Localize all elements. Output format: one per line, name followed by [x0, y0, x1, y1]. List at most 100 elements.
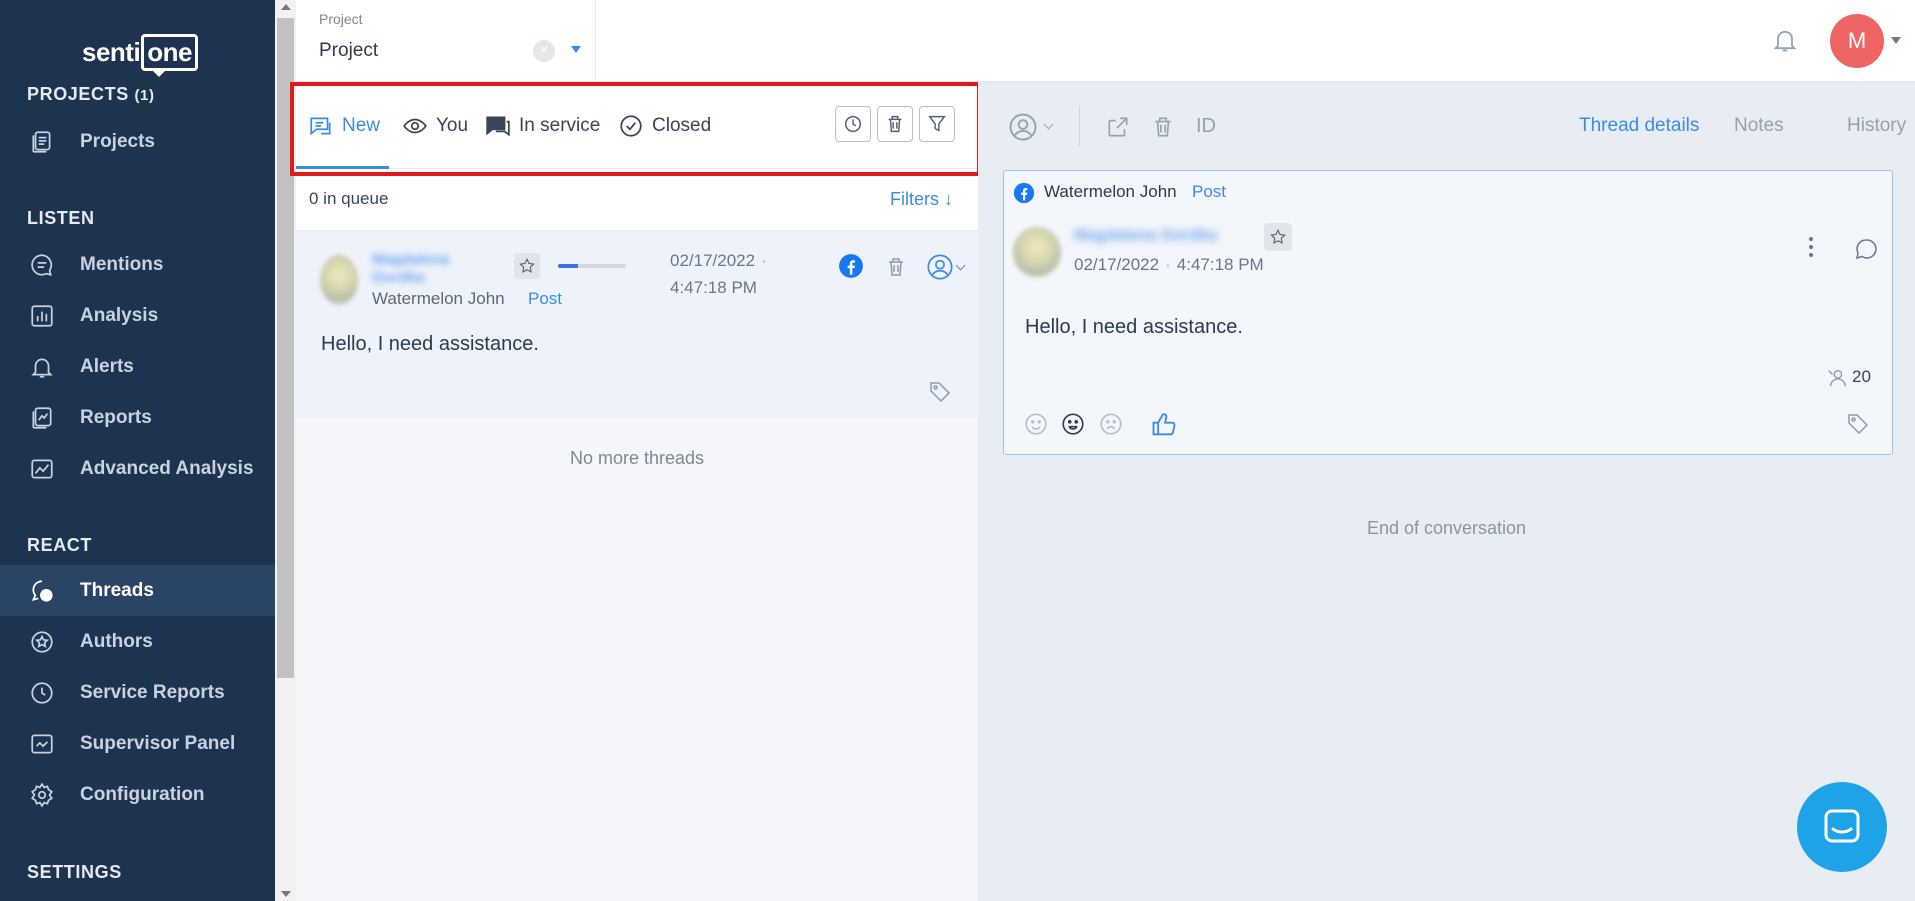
- project-caption: Project: [319, 11, 363, 27]
- sidebar-item-alerts[interactable]: Alerts: [0, 341, 275, 392]
- post-date-value: 02/17/2022: [1074, 255, 1160, 274]
- tab-history[interactable]: History: [1847, 115, 1906, 137]
- reply-comment-icon[interactable]: [1854, 237, 1880, 263]
- inbox-icon: [310, 117, 331, 135]
- filter-button[interactable]: [919, 106, 955, 142]
- sidebar-item-advanced-analysis[interactable]: Advanced Analysis: [0, 443, 275, 494]
- sla-progress-bar: [558, 264, 626, 268]
- author-avatar: [1013, 227, 1061, 277]
- reach-count: 20: [1852, 367, 1871, 386]
- reach-users-icon: [1826, 367, 1848, 389]
- sidebar-item-supervisor-panel[interactable]: Supervisor Panel: [0, 718, 275, 769]
- facebook-icon: [838, 253, 864, 279]
- tab-label: New: [342, 114, 381, 136]
- gear-icon: [28, 781, 56, 809]
- detail-toolbar: ID Thread details Notes History: [978, 82, 1915, 168]
- thread-author: Watermelon John: [372, 289, 505, 308]
- tab-in-service[interactable]: In service: [485, 82, 600, 169]
- thread-date-value: 02/17/2022: [670, 251, 756, 270]
- projects-icon: [28, 128, 56, 156]
- user-avatar[interactable]: M: [1830, 14, 1884, 68]
- authors-icon: [28, 628, 56, 656]
- tab-label: You: [436, 114, 469, 136]
- logo-text-left: senti: [82, 36, 141, 67]
- tag-icon[interactable]: [1846, 411, 1872, 437]
- chevron-down-icon[interactable]: [571, 46, 581, 53]
- post-type[interactable]: Post: [1192, 182, 1226, 202]
- tab-thread-details[interactable]: Thread details: [1579, 115, 1699, 137]
- tag-icon[interactable]: [928, 379, 952, 403]
- logo-text-right: one: [141, 33, 198, 77]
- date-separator: ·: [761, 251, 767, 270]
- id-button[interactable]: ID: [1196, 115, 1216, 138]
- filters-link[interactable]: Filters ↓: [890, 189, 953, 210]
- sidebar: senti one PROJECTS (1) Projects LISTEN M…: [0, 0, 275, 901]
- sidebar-item-authors[interactable]: Authors: [0, 616, 275, 667]
- tab-closed[interactable]: Closed: [618, 82, 711, 169]
- tab-new[interactable]: New: [308, 82, 380, 169]
- scroll-down-icon[interactable]: [281, 891, 291, 897]
- post-message: Hello, I need assistance.: [1025, 316, 1243, 338]
- avatar-chevron-down-icon[interactable]: [1891, 37, 1901, 44]
- thread-type[interactable]: Post: [528, 289, 562, 309]
- thread-list-panel: New You In service Closed 0 in queue Fil…: [296, 82, 978, 901]
- thread-item[interactable]: Magdalena Gordka Watermelon John Post 02…: [296, 231, 978, 417]
- sentiment-positive-icon[interactable]: [1023, 411, 1049, 437]
- trash-button[interactable]: [877, 106, 913, 142]
- delete-thread-icon[interactable]: [884, 255, 908, 279]
- open-external-icon[interactable]: [1105, 114, 1131, 140]
- sidebar-item-label: Service Reports: [80, 681, 225, 703]
- sidebar-item-projects[interactable]: Projects: [0, 116, 275, 167]
- author-avatar: [320, 255, 358, 305]
- facebook-icon: [1013, 182, 1035, 204]
- projects-count: (1): [134, 87, 155, 104]
- chevron-down-icon: [955, 260, 966, 271]
- thread-date: 02/17/2022 · 4:47:18 PM: [670, 247, 767, 301]
- end-of-conversation: End of conversation: [1366, 518, 1527, 538]
- thread-detail-panel: ID Thread details Notes History Watermel…: [978, 82, 1915, 901]
- sidebar-item-service-reports[interactable]: Service Reports: [0, 667, 275, 718]
- sidebar-item-label: Authors: [80, 630, 153, 652]
- project-select[interactable]: Project Project ×: [296, 0, 596, 82]
- sentiment-negative-icon[interactable]: [1098, 411, 1124, 437]
- analysis-icon: [28, 302, 56, 330]
- like-icon[interactable]: [1150, 411, 1178, 439]
- star-icon: [519, 257, 535, 273]
- notifications-bell-icon[interactable]: [1771, 26, 1801, 56]
- tab-notes[interactable]: Notes: [1734, 115, 1784, 137]
- thread-message: Hello, I need assistance.: [321, 333, 539, 355]
- advanced-analysis-icon: [28, 455, 56, 483]
- tab-you[interactable]: You: [402, 82, 468, 169]
- sidebar-item-mentions[interactable]: Mentions: [0, 239, 275, 290]
- star-button[interactable]: [1264, 223, 1292, 251]
- sidebar-item-analysis[interactable]: Analysis: [0, 290, 275, 341]
- trash-icon: [888, 115, 902, 133]
- author-name-blurred[interactable]: Magdalena Gordka: [1074, 227, 1250, 251]
- no-more-threads: No more threads: [569, 448, 705, 468]
- more-options-icon[interactable]: [1806, 237, 1816, 263]
- star-button[interactable]: [514, 253, 540, 279]
- sla-progress-fill: [558, 264, 579, 268]
- section-projects: PROJECTS (1): [27, 84, 155, 105]
- eye-icon: [403, 118, 427, 133]
- scroll-up-icon[interactable]: [281, 4, 291, 10]
- sentiment-neutral-icon[interactable]: [1060, 411, 1086, 437]
- support-chat-launcher[interactable]: [1797, 782, 1887, 872]
- sidebar-item-reports[interactable]: Reports: [0, 392, 275, 443]
- sidebar-item-label: Alerts: [80, 355, 134, 377]
- post-card: Watermelon John Post Magdalena Gordka 02…: [1003, 170, 1893, 455]
- chevron-down-icon: [1043, 119, 1054, 130]
- history-button[interactable]: [835, 106, 871, 142]
- author-name-blurred: Magdalena Gordka: [372, 251, 450, 286]
- clear-icon[interactable]: ×: [533, 40, 555, 62]
- assign-user-icon[interactable]: [1008, 112, 1062, 142]
- page-scrollbar[interactable]: [275, 0, 296, 901]
- bell-icon: [28, 353, 56, 381]
- assign-user-icon[interactable]: [926, 253, 970, 281]
- sidebar-item-configuration[interactable]: Configuration: [0, 769, 275, 820]
- sidebar-item-threads[interactable]: Threads: [0, 565, 275, 616]
- sidebar-item-label: Supervisor Panel: [80, 732, 236, 754]
- sentione-logo[interactable]: senti one: [82, 32, 198, 77]
- trash-icon[interactable]: [1150, 114, 1176, 140]
- scroll-thumb[interactable]: [277, 18, 294, 678]
